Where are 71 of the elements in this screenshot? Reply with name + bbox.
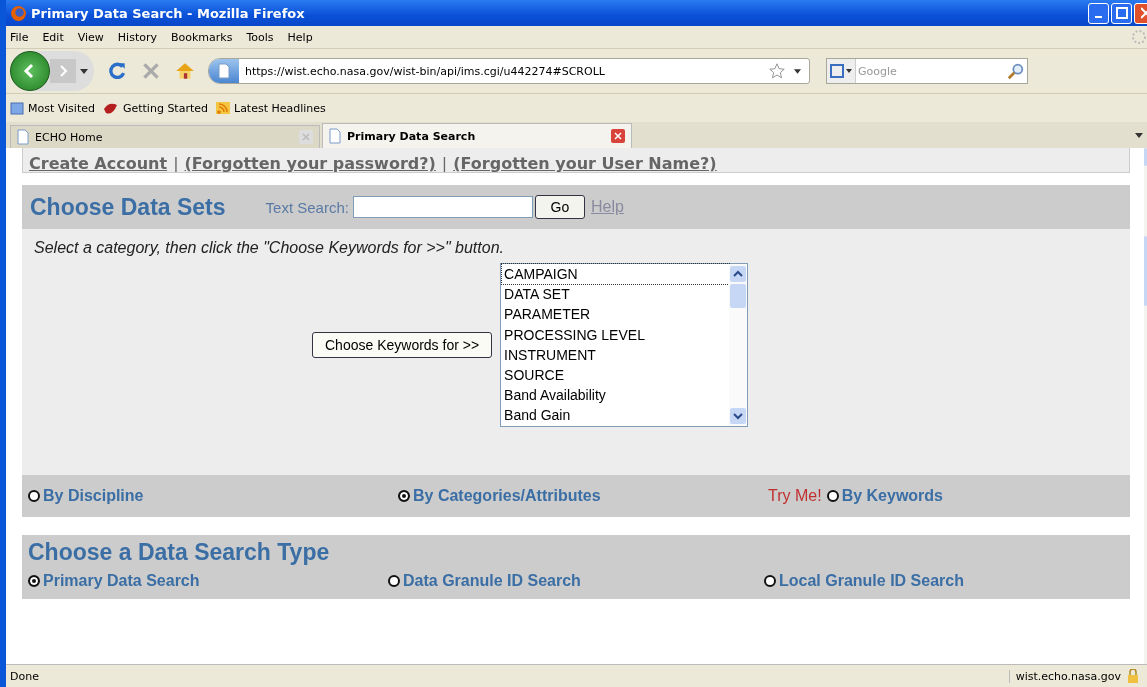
category-option[interactable]: PROCESSING LEVEL [502,324,730,345]
menu-item[interactable]: History [117,30,157,44]
menu-item[interactable]: Edit [42,30,64,44]
bookmark-item[interactable]: Most Visited [10,101,95,115]
browser-tab[interactable]: Primary Data Search [322,123,632,148]
minimize-icon [1095,16,1102,18]
lock-icon [1127,669,1139,683]
maximize-icon [1115,7,1128,19]
minimize-button[interactable] [1088,2,1109,24]
category-option[interactable]: Band Gain [502,405,730,426]
category-listbox[interactable]: CAMPAIGN DATA SET PARAMETER PROCESSING LEVEL INSTRUMENT SOURCE Band Availability Band Gain [500,263,749,427]
category-option[interactable]: CAMPAIGN [502,264,730,285]
firefox-icon [10,4,27,22]
page-icon [17,129,29,145]
text-search-field[interactable] [352,196,533,218]
bookmark-item[interactable]: Latest Headlines [216,101,326,115]
maximize-button[interactable] [1111,2,1132,24]
bookmark-item[interactable]: Getting Started [102,101,208,115]
instruction-text: Select a category, then click the "Choose Keywords for >>" button. [33,238,505,258]
close-icon [1140,7,1147,19]
account-link[interactable]: (Forgotten your User Name?) [453,156,717,172]
radio-button[interactable] [764,575,776,587]
page-icon [218,63,230,79]
search-box[interactable]: Google [826,58,1028,84]
caret-icon[interactable] [794,68,801,74]
category-option[interactable]: INSTRUMENT [502,344,730,365]
search-engine-icon[interactable] [827,59,856,83]
address-bar[interactable]: https://wist.echo.nasa.gov/wist-bin/api/ims.cgi/u442274#SCROLL [208,58,810,84]
choose-keywords-button[interactable]: Choose Keywords for >> [312,332,493,358]
try-me-text: Try Me! [768,487,822,505]
section-title: Choose a Data Search Type [28,539,331,566]
account-link[interactable]: (Forgotten your password?) [184,156,436,172]
radio-button[interactable] [28,490,40,502]
category-option[interactable]: PARAMETER [502,304,730,325]
search-icon[interactable] [1007,62,1025,80]
menu-item[interactable]: File [10,30,29,44]
menu-item[interactable]: Bookmarks [171,30,233,44]
star-icon[interactable] [768,62,786,80]
menu-item[interactable]: View [77,30,104,44]
category-option[interactable]: Band Availability [502,385,730,406]
radio-button[interactable] [388,575,400,587]
category-option[interactable]: SOURCE [502,365,730,386]
close-icon[interactable] [611,129,625,143]
feed-icon [216,101,230,115]
go-button[interactable]: Go [534,195,585,219]
section-title: Choose Data Sets [30,193,226,221]
link-separator: | [441,156,448,172]
window-title: Primary Data Search - Mozilla Firefox [31,5,306,21]
category-option[interactable]: DATA SET [502,284,730,305]
scroll-down-button[interactable] [730,408,747,424]
folder-icon [10,101,24,115]
caret-icon[interactable] [1135,132,1143,138]
text-search-label: Text Search: [265,198,349,216]
reload-icon[interactable] [106,60,128,82]
menu-item[interactable]: Help [287,30,313,44]
link-separator: | [173,156,179,172]
radio-button[interactable] [826,490,839,502]
back-button[interactable] [10,51,50,91]
chevron-right-icon [58,64,68,78]
status-text: Done [10,669,39,683]
page-icon [329,128,341,144]
caret-icon[interactable] [80,68,88,74]
radio-button[interactable] [398,490,410,502]
throbber-icon [1131,29,1147,45]
scroll-up-button[interactable] [730,266,747,282]
scroll-thumb[interactable] [730,284,747,308]
status-host: wist.echo.nasa.gov [1008,669,1121,683]
menu-item[interactable]: Tools [246,30,274,44]
radio-button[interactable] [28,575,40,587]
account-link[interactable]: Create Account [29,156,168,172]
browser-tab[interactable]: ECHO Home [10,125,320,148]
